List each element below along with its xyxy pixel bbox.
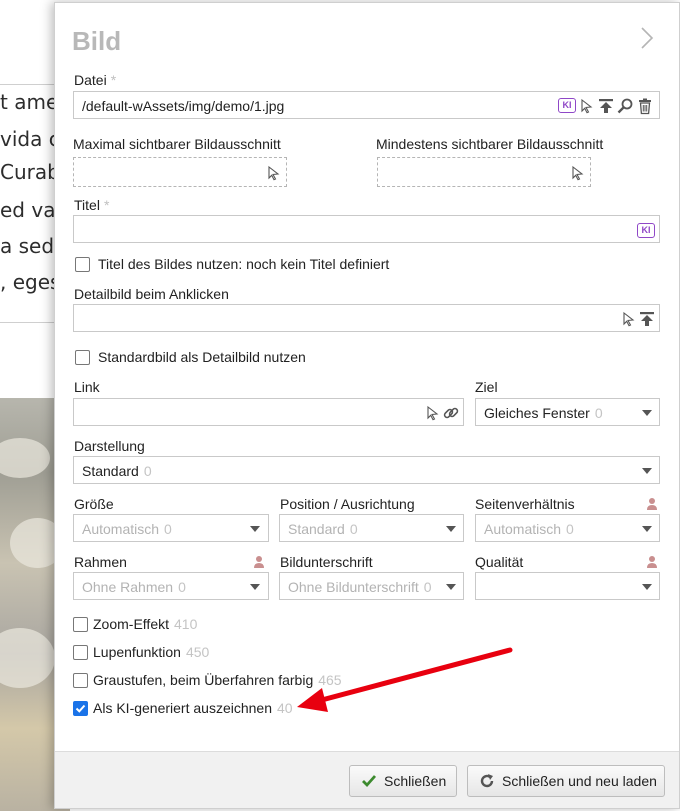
lupenfunktion-label: Lupenfunktion 450: [93, 644, 210, 660]
person-icon: [254, 556, 264, 568]
close-button[interactable]: Schließen: [349, 765, 457, 797]
lupenfunktion-checkbox[interactable]: [73, 645, 88, 660]
bildunterschrift-label: Bildunterschrift: [280, 554, 373, 570]
cursor-select-icon[interactable]: [423, 404, 441, 422]
reload-icon: [480, 774, 494, 788]
check-icon: [362, 775, 377, 788]
zoom-effekt-checkbox[interactable]: [73, 617, 88, 632]
titel-input[interactable]: KI: [73, 215, 660, 243]
checkmark-icon: [75, 704, 86, 713]
ki-badge-icon[interactable]: KI: [637, 223, 655, 238]
link-icon[interactable]: [442, 404, 460, 422]
chevron-down-icon: [642, 410, 652, 416]
min-crop-field[interactable]: [377, 157, 591, 187]
chevron-down-icon: [250, 584, 260, 590]
graustufen-label: Graustufen, beim Überfahren farbig 465: [93, 672, 342, 688]
rahmen-select[interactable]: Ohne Rahmen 0: [73, 572, 269, 600]
ziel-label: Ziel: [475, 379, 498, 395]
upload-icon[interactable]: [597, 97, 615, 115]
position-label: Position / Ausrichtung: [280, 496, 415, 512]
background-text-line: vida c: [0, 127, 60, 151]
qualitaet-select[interactable]: [475, 572, 660, 600]
cursor-select-icon[interactable]: [619, 310, 637, 328]
trash-icon[interactable]: [636, 97, 654, 115]
dialog-title: Bild: [72, 26, 122, 56]
darstellung-label: Darstellung: [74, 438, 145, 454]
upload-icon[interactable]: [638, 310, 656, 328]
background-text-line: ed va: [0, 198, 56, 222]
dialog-footer: Schließen Schließen und neu laden: [55, 751, 679, 808]
bildunterschrift-select[interactable]: Ohne Bildunterschrift 0: [279, 572, 464, 600]
background-text-line: a sed,: [0, 234, 61, 258]
background-text-line: Curab: [0, 160, 60, 184]
ki-badge-icon[interactable]: KI: [558, 98, 576, 113]
seitenverhaeltnis-label: Seitenverhältnis: [475, 496, 575, 512]
search-icon[interactable]: [616, 97, 634, 115]
chevron-down-icon: [250, 526, 260, 532]
position-select[interactable]: Standard 0: [279, 514, 464, 542]
max-crop-label: Maximal sichtbarer Bildausschnitt: [73, 136, 281, 152]
chevron-down-icon: [446, 584, 456, 590]
min-crop-label: Mindestens sichtbarer Bildausschnitt: [376, 136, 604, 152]
groesse-select[interactable]: Automatisch 0: [73, 514, 269, 542]
chevron-down-icon: [642, 526, 652, 532]
chevron-right-icon[interactable]: [637, 25, 657, 51]
detailbild-field[interactable]: [73, 304, 660, 332]
ki-generated-label: Als KI-generiert auszeichnen 40: [93, 700, 293, 716]
link-input[interactable]: [73, 398, 464, 426]
titel-label: Titel *: [74, 197, 110, 213]
rahmen-label: Rahmen: [74, 554, 127, 570]
background-text-line: , eges: [0, 270, 61, 294]
datei-field[interactable]: /default-wAssets/img/demo/1.jpg KI: [73, 91, 660, 119]
cursor-select-icon[interactable]: [264, 164, 282, 182]
detailbild-label: Detailbild beim Anklicken: [74, 286, 229, 302]
max-crop-field[interactable]: [73, 157, 287, 187]
cursor-select-icon[interactable]: [568, 164, 586, 182]
seitenverhaeltnis-select[interactable]: Automatisch 0: [475, 514, 660, 542]
chevron-down-icon: [446, 526, 456, 532]
person-icon: [647, 556, 657, 568]
use-title-checkbox[interactable]: [75, 257, 90, 272]
cursor-select-icon[interactable]: [577, 97, 595, 115]
groesse-label: Größe: [74, 496, 114, 512]
close-reload-button[interactable]: Schließen und neu laden: [467, 765, 665, 797]
darstellung-select[interactable]: Standard 0: [73, 456, 660, 484]
chevron-down-icon: [642, 468, 652, 474]
graustufen-checkbox[interactable]: [73, 673, 88, 688]
zoom-effekt-label: Zoom-Effekt 410: [93, 616, 198, 632]
qualitaet-label: Qualität: [475, 554, 524, 570]
datei-label: Datei *: [74, 72, 117, 88]
ziel-select[interactable]: Gleiches Fenster 0: [475, 398, 660, 426]
link-label: Link: [74, 379, 100, 395]
image-dialog: Bild Datei * /default-wAssets/img/demo/1.…: [54, 2, 680, 809]
use-title-label: Titel des Bildes nutzen: noch kein Titel…: [98, 256, 390, 272]
chevron-down-icon: [642, 584, 652, 590]
person-icon: [647, 498, 657, 510]
ki-generated-checkbox[interactable]: [73, 701, 88, 716]
standard-detail-checkbox[interactable]: [75, 350, 90, 365]
datei-value: /default-wAssets/img/demo/1.jpg: [82, 98, 285, 114]
standard-detail-label: Standardbild als Detailbild nutzen: [98, 349, 306, 365]
